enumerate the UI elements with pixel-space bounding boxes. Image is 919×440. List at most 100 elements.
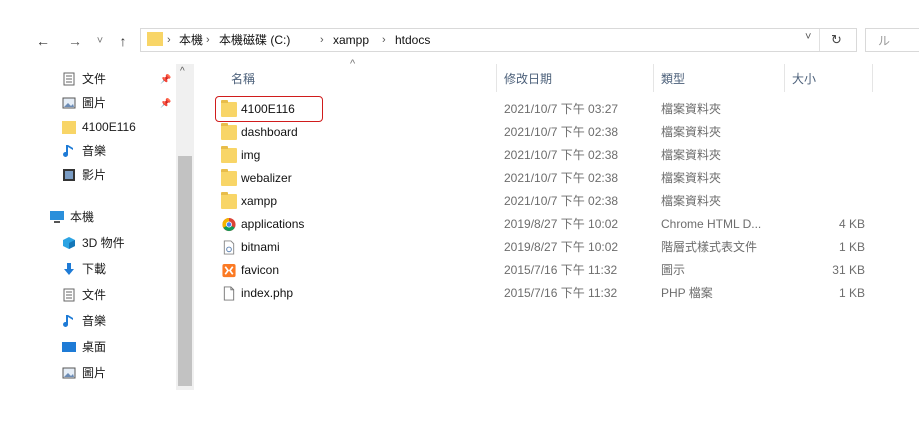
css-file-icon — [223, 240, 235, 255]
file-date: 2021/10/7 下午 02:38 — [504, 171, 619, 185]
back-arrow-icon: ← — [36, 33, 50, 49]
sidebar-item-desktop[interactable]: 桌面 — [62, 336, 182, 358]
breadcrumb-local-disk[interactable]: 本機磁碟 (C:) — [219, 29, 290, 51]
column-divider[interactable] — [872, 64, 873, 92]
sidebar-item-label: 桌面 — [82, 340, 107, 354]
file-name: xampp — [241, 194, 278, 208]
recent-locations-button[interactable]: ˅ — [94, 30, 106, 52]
column-header-date[interactable]: 修改日期 — [504, 70, 552, 88]
sidebar-item-label: 本機 — [70, 210, 95, 224]
file-name: index.php — [241, 286, 294, 300]
file-type: 圖示 — [661, 263, 686, 277]
file-row-favicon[interactable]: favicon 2015/7/16 下午 11:32 圖示 31 KB — [214, 259, 869, 282]
document-icon — [63, 288, 75, 302]
file-row-bitnami[interactable]: bitnami 2019/8/27 下午 10:02 階層式樣式表文件 1 KB — [214, 236, 869, 259]
chevron-down-icon: ˅ — [96, 35, 104, 47]
breadcrumb-xampp[interactable]: xampp — [333, 29, 369, 51]
sidebar-item-music[interactable]: 音樂 — [62, 140, 182, 162]
column-header-size[interactable]: 大小 — [792, 70, 816, 88]
file-row-xampp[interactable]: xampp 2021/10/7 下午 02:38 檔案資料夾 — [214, 190, 869, 213]
folder-icon — [221, 169, 237, 186]
sidebar-item-label: 圖片 — [82, 96, 107, 110]
pin-icon[interactable]: 📌 — [160, 92, 171, 114]
address-dropdown-icon[interactable]: ˅ — [805, 31, 811, 43]
column-divider[interactable] — [653, 64, 654, 92]
breadcrumb-separator: › — [320, 34, 324, 46]
back-button[interactable]: ← — [34, 30, 52, 52]
file-size: 4 KB — [838, 217, 865, 231]
file-row-dashboard[interactable]: dashboard 2021/10/7 下午 02:38 檔案資料夾 — [214, 121, 869, 144]
search-icon: ル — [878, 34, 891, 48]
file-size: 31 KB — [832, 263, 865, 277]
search-input[interactable]: ル — [865, 28, 919, 52]
folder-icon — [221, 192, 237, 209]
file-date: 2021/10/7 下午 03:27 — [504, 102, 619, 116]
folder-icon — [62, 121, 76, 134]
divider — [819, 29, 820, 51]
blank-file-icon — [223, 286, 235, 301]
file-size: 1 KB — [838, 286, 865, 300]
column-divider[interactable] — [784, 64, 785, 92]
breadcrumb-this-pc[interactable]: 本機 — [179, 29, 203, 51]
sidebar-item-documents[interactable]: 文件 📌 — [62, 68, 182, 90]
3d-objects-icon — [63, 237, 75, 249]
file-type: 階層式樣式表文件 — [661, 240, 758, 254]
up-arrow-icon: ↑ — [119, 33, 127, 49]
folder-icon — [221, 123, 237, 140]
sidebar-item-music-2[interactable]: 音樂 — [62, 310, 182, 332]
download-icon — [64, 263, 74, 275]
sidebar-item-label: 影片 — [82, 168, 107, 182]
file-name: applications — [241, 217, 305, 231]
file-date: 2019/8/27 下午 10:02 — [504, 240, 619, 254]
pin-icon[interactable]: 📌 — [160, 68, 171, 90]
sort-ascending-icon: ^ — [350, 58, 356, 70]
sidebar-item-label: 4100E116 — [82, 120, 136, 134]
sidebar-item-3d-objects[interactable]: 3D 物件 — [62, 232, 182, 254]
sidebar-item-documents-2[interactable]: 文件 — [62, 284, 182, 306]
refresh-icon[interactable]: ↻ — [831, 32, 842, 48]
sidebar-item-label: 文件 — [82, 288, 107, 302]
file-type: 檔案資料夾 — [661, 102, 722, 116]
column-divider[interactable] — [496, 64, 497, 92]
address-bar[interactable]: › 本機 › 本機磁碟 (C:) › xampp › htdocs ˅ ↻ — [140, 28, 857, 52]
pictures-icon — [62, 97, 76, 109]
desktop-icon — [62, 342, 76, 352]
document-icon — [63, 72, 75, 86]
file-row-webalizer[interactable]: webalizer 2021/10/7 下午 02:38 檔案資料夾 — [214, 167, 869, 190]
highlight-box — [215, 96, 323, 122]
xampp-icon — [222, 263, 236, 278]
music-icon — [63, 145, 73, 157]
file-date: 2021/10/7 下午 02:38 — [504, 194, 619, 208]
sidebar-item-4100e116[interactable]: 4100E116 — [62, 116, 182, 138]
sidebar-item-pictures[interactable]: 圖片 📌 — [62, 92, 182, 114]
sidebar-item-label: 音樂 — [82, 144, 107, 158]
sidebar-item-label: 下載 — [82, 262, 107, 276]
file-row-applications[interactable]: applications 2019/8/27 下午 10:02 Chrome H… — [214, 213, 869, 236]
forward-button[interactable]: → — [66, 30, 84, 52]
file-row-index-php[interactable]: index.php 2015/7/16 下午 11:32 PHP 檔案 1 KB — [214, 282, 869, 305]
column-header-type[interactable]: 類型 — [661, 70, 685, 88]
sidebar-item-label: 3D 物件 — [82, 236, 125, 250]
file-date: 2021/10/7 下午 02:38 — [504, 125, 619, 139]
scroll-up-icon[interactable]: ^ — [180, 66, 185, 77]
sidebar-item-label: 文件 — [82, 72, 107, 86]
file-name: dashboard — [241, 125, 298, 139]
sidebar-item-label: 音樂 — [82, 314, 107, 328]
sidebar-item-videos[interactable]: 影片 — [62, 164, 182, 186]
file-date: 2015/7/16 下午 11:32 — [504, 263, 618, 277]
file-row-img[interactable]: img 2021/10/7 下午 02:38 檔案資料夾 — [214, 144, 869, 167]
sidebar-item-label: 圖片 — [82, 366, 107, 380]
breadcrumb-separator: › — [206, 34, 210, 46]
up-button[interactable]: ↑ — [114, 30, 132, 52]
forward-arrow-icon: → — [68, 33, 82, 49]
sidebar-scrollbar-thumb[interactable] — [178, 156, 192, 386]
column-header-name[interactable]: 名稱 — [231, 70, 255, 88]
file-size: 1 KB — [838, 240, 865, 254]
file-type: Chrome HTML D... — [661, 217, 762, 231]
chrome-icon — [222, 217, 236, 232]
sidebar-item-downloads[interactable]: 下載 — [62, 258, 182, 280]
breadcrumb-htdocs[interactable]: htdocs — [395, 29, 430, 51]
sidebar-item-pictures-2[interactable]: 圖片 — [62, 362, 182, 384]
file-type: PHP 檔案 — [661, 286, 713, 300]
sidebar-item-this-pc[interactable]: 本機 — [50, 206, 180, 228]
